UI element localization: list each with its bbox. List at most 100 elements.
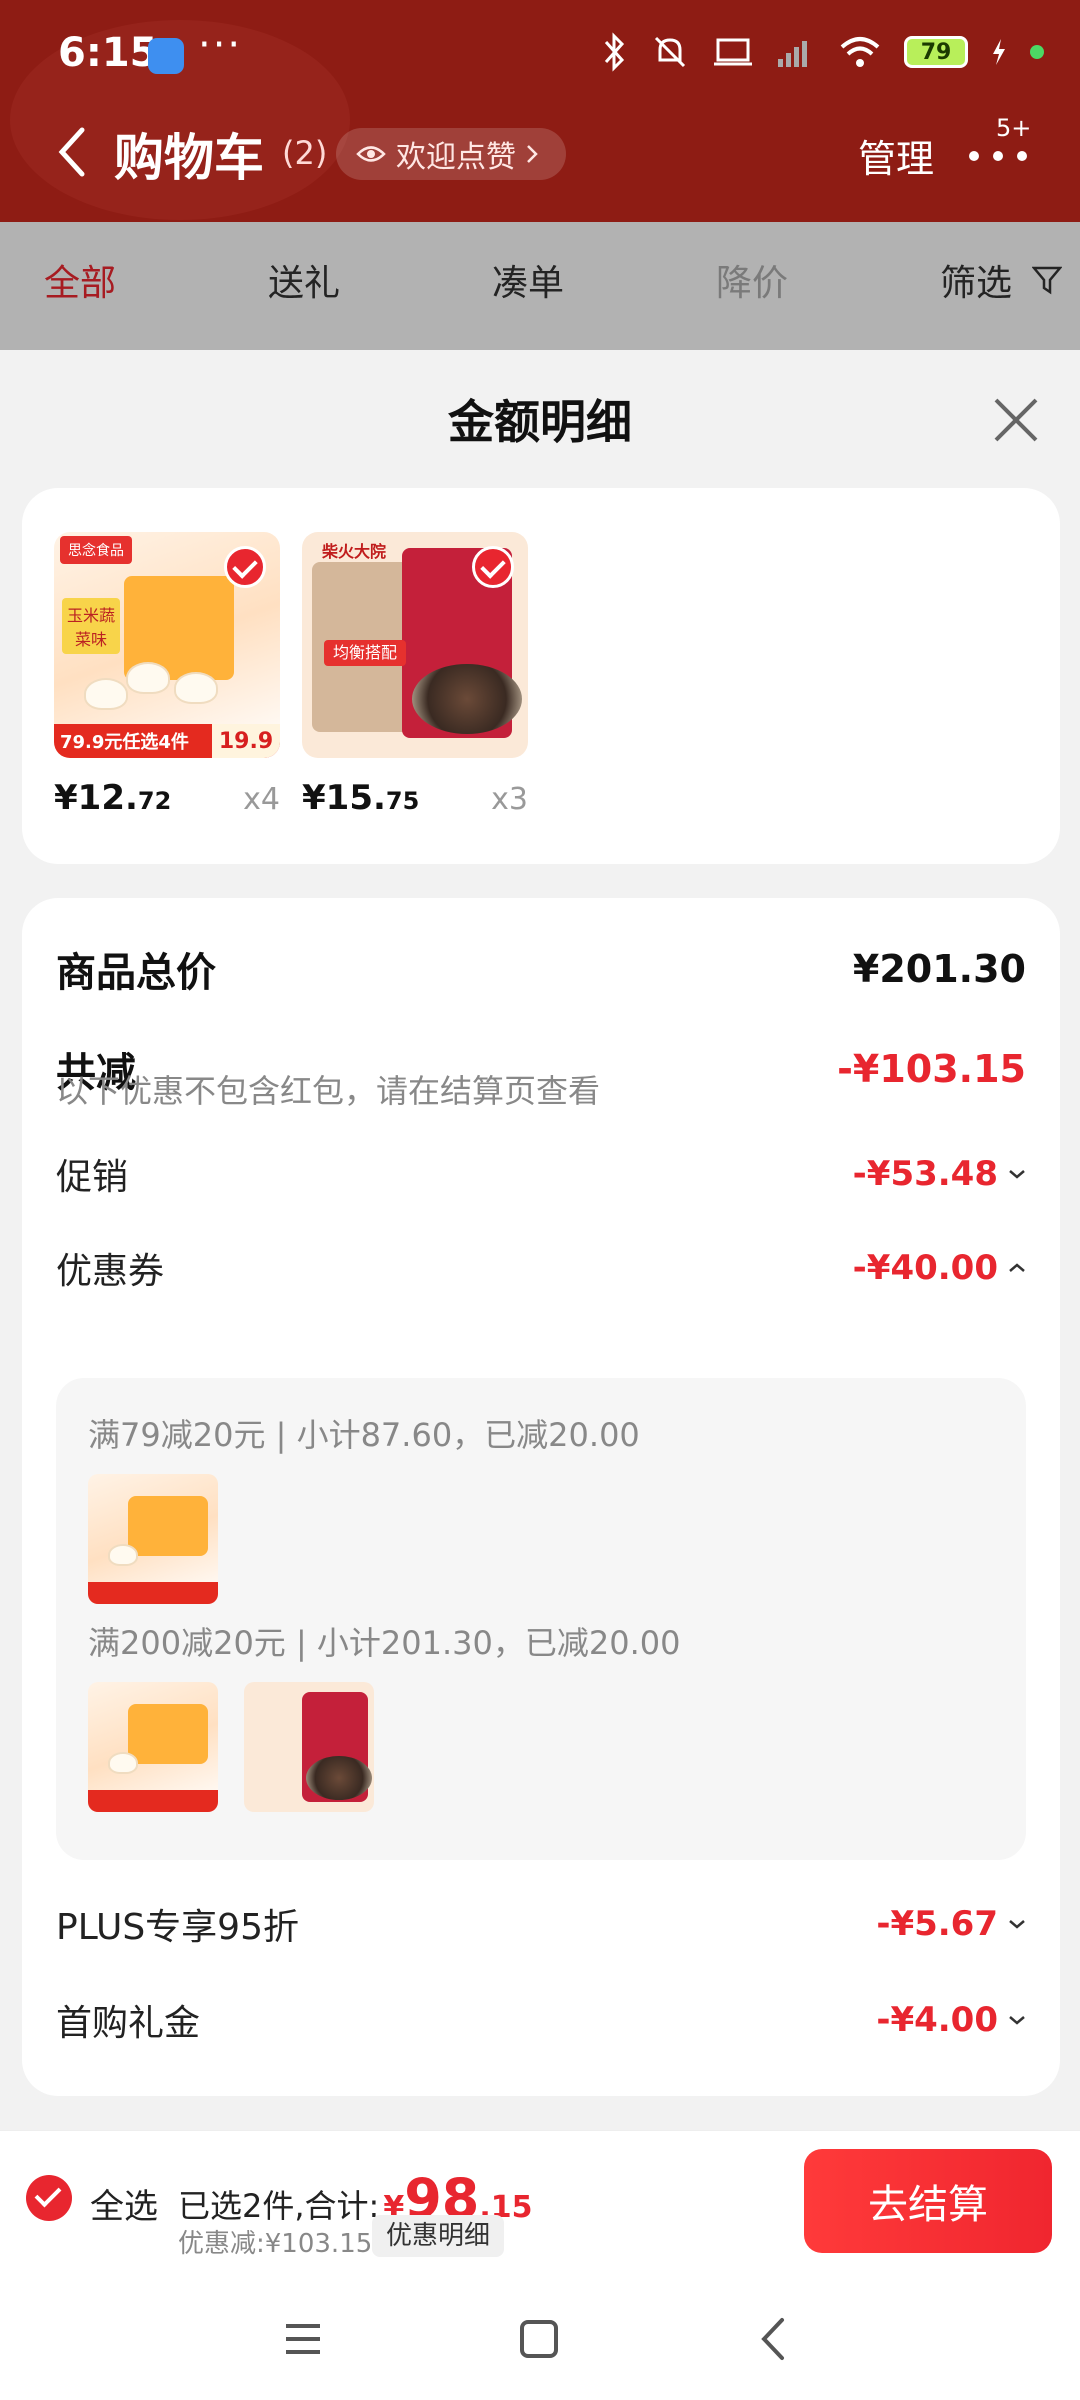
app-notification-icon (148, 38, 184, 74)
tab-filter[interactable]: 筛选 (940, 254, 1012, 306)
promo-price: 19.9 (212, 724, 280, 758)
cart-count: (2) (282, 134, 328, 172)
first-purchase-value-wrap: -¥4.00 (876, 2000, 1026, 2040)
discount-detail-button[interactable]: 优惠明细 (372, 2215, 505, 2257)
checkout-button[interactable]: 去结算 (804, 2149, 1052, 2253)
promo-strip (88, 1582, 218, 1604)
tab-all[interactable]: 全部 (44, 254, 116, 306)
tab-gift[interactable]: 送礼 (268, 254, 340, 306)
rice-bowl-graphic (306, 1756, 372, 1800)
coupon-label: 优惠券 (56, 1251, 165, 1292)
sheet-title: 金额明细 (448, 395, 632, 449)
dumpling-graphic (84, 678, 128, 710)
bluetooth-icon (604, 32, 625, 72)
first-purchase-label: 首购礼金 (56, 2003, 201, 2044)
battery-icon: 79 (904, 36, 968, 68)
selected-check-icon[interactable] (472, 546, 514, 588)
product-image-dumpling: 思念食品 玉米蔬菜味 79.9元任选4件 19.9 (54, 532, 280, 758)
status-time: 6:15 (58, 30, 158, 76)
tab-combine[interactable]: 凑单 (492, 254, 564, 306)
chevron-down-icon (1009, 1920, 1025, 1929)
chevron-down-icon (1009, 1170, 1025, 1179)
plus-value-wrap: -¥5.67 (876, 1904, 1026, 1944)
chevron-right-icon (527, 145, 538, 163)
rice-bowl-graphic (412, 664, 522, 734)
menu-icon[interactable] (278, 2314, 328, 2364)
dumpling-graphic (174, 672, 218, 704)
coupon-value: -¥40.00 (852, 1248, 998, 1288)
price-dec: 75 (385, 787, 420, 815)
system-nav-bar (0, 2270, 1080, 2400)
amount-detail-sheet: 金额明细 思念食品 玉米蔬菜味 79.9元任选4件 19.9 ¥12.72 x4 (0, 350, 1080, 2130)
tab-price-drop[interactable]: 降价 (716, 254, 788, 306)
price-int: ¥15. (302, 778, 386, 818)
promo-value: -¥53.48 (852, 1154, 998, 1194)
chevron-up-icon (1009, 1263, 1025, 1272)
product-image-rice: 柴火大院 均衡搭配 (302, 532, 528, 758)
coupon-product-thumb (88, 1474, 218, 1604)
dumpling-graphic (126, 662, 170, 694)
price-int: ¥12. (54, 778, 138, 818)
coupon-detail-box: 满79减20元 | 小计87.60，已减20.00 满200减20元 | 小计2… (56, 1378, 1026, 1860)
product-price: ¥15.75 (302, 778, 419, 818)
dumpling-graphic (108, 1752, 138, 1774)
promo-strip (88, 1790, 218, 1812)
back-arrow-icon[interactable] (52, 122, 92, 182)
coupon-rule: 满200减20元 | 小计201.30，已减20.00 (88, 1624, 681, 1662)
selected-check-icon[interactable] (224, 546, 266, 588)
product-brand: 思念食品 (60, 536, 132, 564)
plus-label: PLUS专享95折 (56, 1907, 299, 1948)
select-all-label[interactable]: 全选 (90, 2179, 158, 2228)
promo-row[interactable]: 促销 -¥53.48 (56, 1148, 1026, 1200)
checkout-bar: 全选 已选2件,合计: ¥ 98 .15 优惠减:¥103.15 优惠明细 去结… (0, 2130, 1080, 2270)
product-item[interactable]: 柴火大院 均衡搭配 ¥15.75 x3 (302, 532, 528, 818)
price-dec: 72 (137, 787, 172, 815)
promo-label: 促销 (56, 1157, 129, 1198)
more-badge: 5+ (996, 114, 1032, 142)
eye-icon (356, 146, 386, 162)
plus-row[interactable]: PLUS专享95折 -¥5.67 (56, 1898, 1026, 1950)
first-purchase-row[interactable]: 首购礼金 -¥4.00 (56, 1994, 1026, 2046)
manage-button[interactable]: 管理 (858, 128, 934, 183)
wifi-icon (840, 37, 880, 67)
status-more-icon: ··· (198, 22, 243, 68)
promo-value-wrap: -¥53.48 (853, 1154, 1026, 1194)
close-icon[interactable] (988, 392, 1044, 448)
product-qty: x4 (243, 782, 280, 817)
product-brand: 柴火大院 (322, 542, 387, 561)
chevron-down-icon (1009, 2016, 1025, 2025)
promo-text: 79.9元任选4件 (60, 732, 189, 753)
promo-strip: 79.9元任选4件 19.9 (54, 724, 280, 758)
package-graphic (128, 1704, 208, 1764)
discount-note: 以下优惠不包含红包，请在结算页查看 (56, 1072, 601, 1110)
filter-icon[interactable] (1032, 264, 1062, 296)
total-value: ¥201.30 (852, 947, 1026, 991)
dumpling-graphic (108, 1544, 138, 1566)
like-button[interactable]: 欢迎点赞 (336, 128, 566, 180)
discount-summary: 优惠减:¥103.15 (178, 2229, 373, 2259)
laptop-icon (714, 38, 752, 66)
select-all-checkbox[interactable] (26, 2175, 72, 2221)
coupon-value-wrap: -¥40.00 (853, 1248, 1026, 1288)
coupon-row[interactable]: 优惠券 -¥40.00 (56, 1242, 1026, 1294)
selected-products-card: 思念食品 玉米蔬菜味 79.9元任选4件 19.9 ¥12.72 x4 柴火大院 (22, 488, 1060, 864)
home-icon[interactable] (514, 2314, 564, 2364)
signal-icon (778, 41, 807, 67)
product-tag: 均衡搭配 (324, 640, 406, 666)
status-icons: 79 (602, 32, 1044, 72)
total-row: 商品总价 ¥201.30 (56, 940, 1026, 998)
filter-tabs: 全部 送礼 凑单 降价 筛选 (0, 222, 1080, 350)
product-price: ¥12.72 (54, 778, 171, 818)
reduce-value: -¥103.15 (837, 1047, 1026, 1091)
charging-icon (993, 39, 1005, 65)
status-bar: 6:15 ··· 79 (0, 0, 1080, 110)
product-qty: x3 (491, 782, 528, 817)
product-flavor: 玉米蔬菜味 (62, 598, 120, 654)
like-label: 欢迎点赞 (396, 140, 516, 175)
price-summary-card: 商品总价 ¥201.30 共减 -¥103.15 以下优惠不包含红包，请在结算页… (22, 898, 1060, 2096)
package-graphic (128, 1496, 208, 1556)
page-title: 购物车 (114, 129, 264, 187)
product-item[interactable]: 思念食品 玉米蔬菜味 79.9元任选4件 19.9 ¥12.72 x4 (54, 532, 280, 818)
back-icon[interactable] (750, 2314, 800, 2364)
selected-total-prefix: 已选2件,合计: (178, 2187, 380, 2225)
